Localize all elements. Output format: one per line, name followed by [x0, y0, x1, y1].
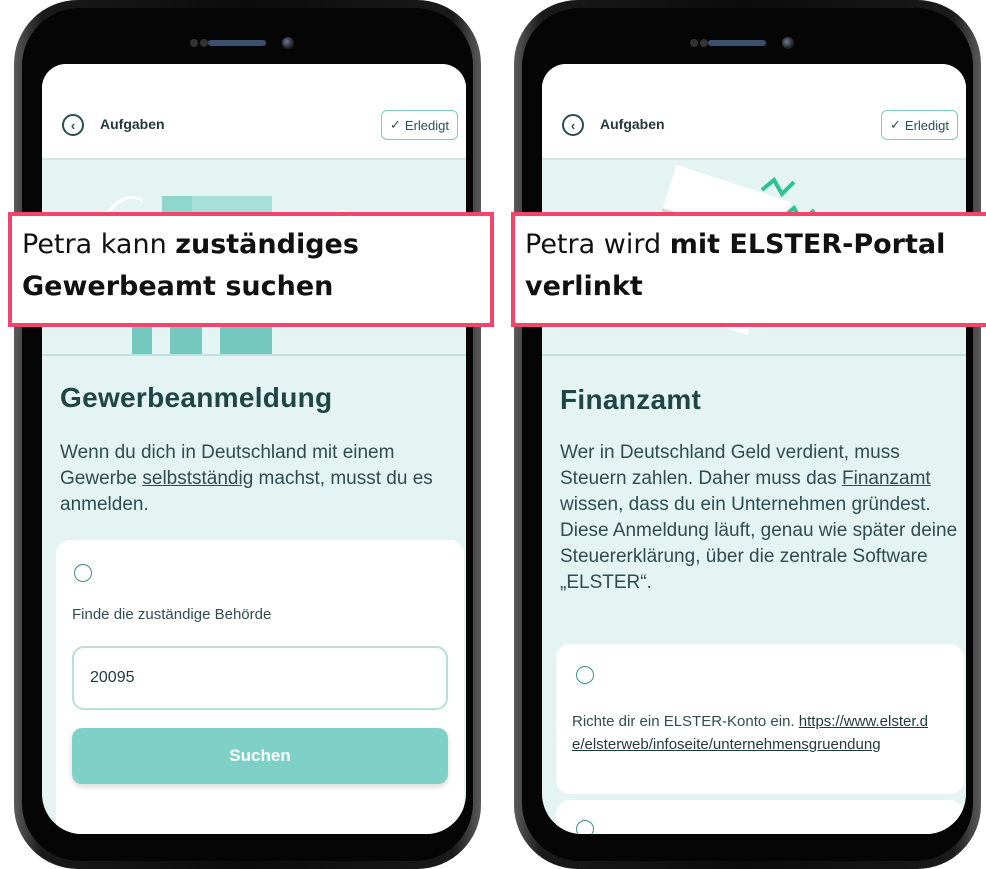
- search-button[interactable]: Suchen: [72, 728, 448, 784]
- back-arrow-icon: ‹: [70, 117, 76, 133]
- task-radio-icon[interactable]: [576, 666, 594, 684]
- task-text: Richte dir ein ELSTER-Konto ein. https:/…: [572, 713, 929, 753]
- glossary-link[interactable]: Finanzamt: [842, 468, 931, 489]
- glossary-link[interactable]: selbstständig: [142, 468, 253, 489]
- phone-bezel: ‹ Aufgaben ✓ Erledigt Finanzamt Wer in D…: [522, 8, 973, 861]
- callout-emphasis: verlinkt: [525, 271, 643, 302]
- app-screen: ‹ Aufgaben ✓ Erledigt Finanzamt Wer in D…: [542, 64, 966, 834]
- back-label[interactable]: Aufgaben: [600, 116, 665, 132]
- description-text: Wer in Deutschland Geld verdient, muss S…: [560, 442, 958, 593]
- task-card-next: [556, 800, 964, 834]
- app-header: ‹ Aufgaben ✓ Erledigt: [542, 64, 966, 160]
- task-card: Richte dir ein ELSTER-Konto ein. https:/…: [556, 644, 964, 794]
- callout-left: Petra kann zuständiges Gewerbeamt suchen: [8, 212, 494, 327]
- task-radio-icon[interactable]: [74, 564, 92, 582]
- phone-speaker: [648, 36, 848, 50]
- done-label: Erledigt: [904, 117, 949, 133]
- back-button[interactable]: ‹: [62, 114, 84, 136]
- phone-speaker: [148, 36, 348, 50]
- task-label: Finde die zuständige Behörde: [72, 606, 272, 623]
- checkmark-icon: ✓: [890, 117, 901, 132]
- app-screen: ‹ Aufgaben ✓ Erledigt Gewerbeanmeldung W…: [42, 64, 466, 834]
- done-label: Erledigt: [404, 117, 449, 133]
- back-label[interactable]: Aufgaben: [100, 116, 165, 132]
- task-card: Finde die zuständige Behörde 20095 Suche…: [56, 540, 464, 834]
- done-button[interactable]: ✓ Erledigt: [381, 110, 458, 140]
- done-button[interactable]: ✓ Erledigt: [881, 110, 958, 140]
- back-button[interactable]: ‹: [562, 114, 584, 136]
- task-radio-icon[interactable]: [576, 820, 594, 834]
- back-arrow-icon: ‹: [570, 117, 576, 133]
- phone-frame-right: ‹ Aufgaben ✓ Erledigt Finanzamt Wer in D…: [514, 0, 981, 869]
- app-header: ‹ Aufgaben ✓ Erledigt: [42, 64, 466, 160]
- page-title: Gewerbeanmeldung: [60, 382, 333, 413]
- callout-right: Petra wird mit ELSTER-Portal verlinkt: [511, 212, 986, 327]
- checkmark-icon: ✓: [390, 117, 401, 132]
- phone-bezel: ‹ Aufgaben ✓ Erledigt Gewerbeanmeldung W…: [22, 8, 473, 861]
- phone-frame-left: ‹ Aufgaben ✓ Erledigt Gewerbeanmeldung W…: [14, 0, 481, 869]
- postcode-input[interactable]: 20095: [72, 646, 448, 710]
- description-text: Wenn du dich in Deutschland mit einem Ge…: [60, 442, 433, 515]
- page-title: Finanzamt: [560, 384, 702, 415]
